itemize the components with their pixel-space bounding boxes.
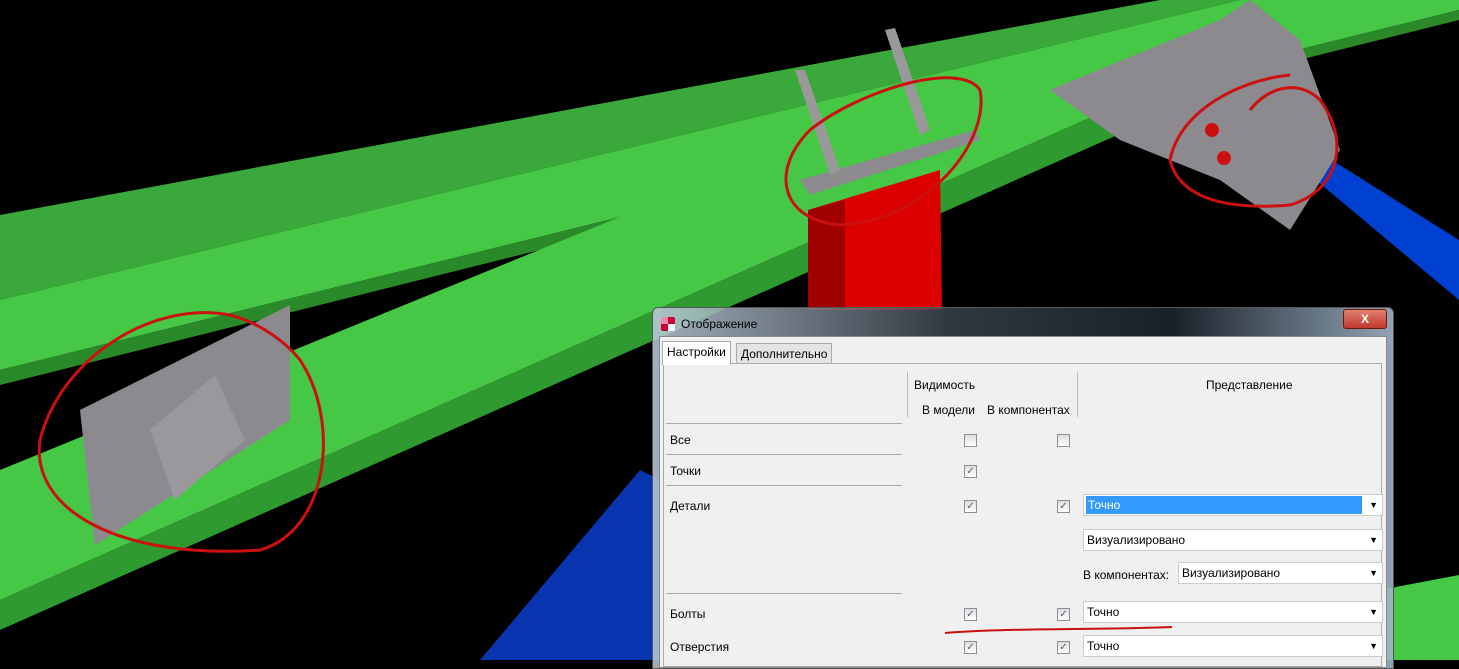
close-button[interactable]: X	[1343, 309, 1387, 329]
row-label-all: Все	[670, 433, 691, 447]
row-label-points: Точки	[670, 464, 702, 478]
holes-representation-dropdown[interactable]: Точно ▼	[1083, 635, 1383, 657]
selected-value: Точно	[1087, 605, 1120, 619]
display-dialog: Отображение X Настройки Дополнительно Ви…	[652, 307, 1394, 669]
divider	[666, 454, 902, 455]
in-components-label: В компонентах:	[1083, 568, 1170, 582]
chevron-down-icon: ▼	[1369, 500, 1378, 510]
chevron-down-icon: ▼	[1369, 641, 1378, 651]
dialog-title: Отображение	[681, 317, 758, 331]
dialog-body: Настройки Дополнительно Видимость В моде…	[659, 336, 1387, 668]
divider	[666, 485, 902, 486]
parts-in-components-checkbox[interactable]: ✓	[1057, 500, 1070, 513]
dialog-titlebar[interactable]: Отображение	[661, 314, 757, 334]
chevron-down-icon: ▼	[1369, 568, 1378, 578]
selected-value: Точно	[1086, 496, 1362, 514]
holes-in-components-checkbox[interactable]: ✓	[1057, 641, 1070, 654]
parts-in-model-checkbox[interactable]: ✓	[964, 500, 977, 513]
all-in-model-checkbox[interactable]	[964, 434, 977, 447]
in-components-header: В компонентах	[987, 403, 1070, 417]
row-label-bolts: Болты	[670, 607, 706, 621]
all-in-components-checkbox[interactable]	[1057, 434, 1070, 447]
divider	[666, 593, 902, 594]
visibility-header: Видимость	[914, 378, 976, 392]
parts-components-dropdown[interactable]: Визуализировано ▼	[1178, 562, 1383, 584]
selected-value: Визуализировано	[1087, 533, 1186, 547]
parts-representation-dropdown[interactable]: Точно ▼	[1083, 494, 1383, 516]
chevron-down-icon: ▼	[1369, 535, 1378, 545]
divider	[907, 372, 908, 417]
row-label-parts: Детали	[670, 499, 711, 513]
divider	[666, 423, 902, 424]
settings-panel: Видимость В модели В компонентах Предста…	[663, 363, 1383, 667]
selected-value: Точно	[1087, 639, 1120, 653]
in-model-header: В модели	[922, 403, 975, 417]
tab-additional[interactable]: Дополнительно	[736, 343, 833, 364]
bolts-in-components-checkbox[interactable]: ✓	[1057, 608, 1070, 621]
chevron-down-icon: ▼	[1369, 607, 1378, 617]
tab-settings[interactable]: Настройки	[662, 341, 731, 365]
parts-render-dropdown[interactable]: Визуализировано ▼	[1083, 529, 1383, 551]
app-icon	[661, 317, 675, 331]
selected-value: Визуализировано	[1182, 566, 1281, 580]
divider	[1077, 372, 1078, 417]
representation-header: Представление	[1206, 378, 1293, 392]
bolts-in-model-checkbox[interactable]: ✓	[964, 608, 977, 621]
holes-in-model-checkbox[interactable]: ✓	[964, 641, 977, 654]
bolts-representation-dropdown[interactable]: Точно ▼	[1083, 601, 1383, 623]
row-label-holes: Отверстия	[670, 640, 730, 654]
points-in-model-checkbox[interactable]: ✓	[964, 465, 977, 478]
